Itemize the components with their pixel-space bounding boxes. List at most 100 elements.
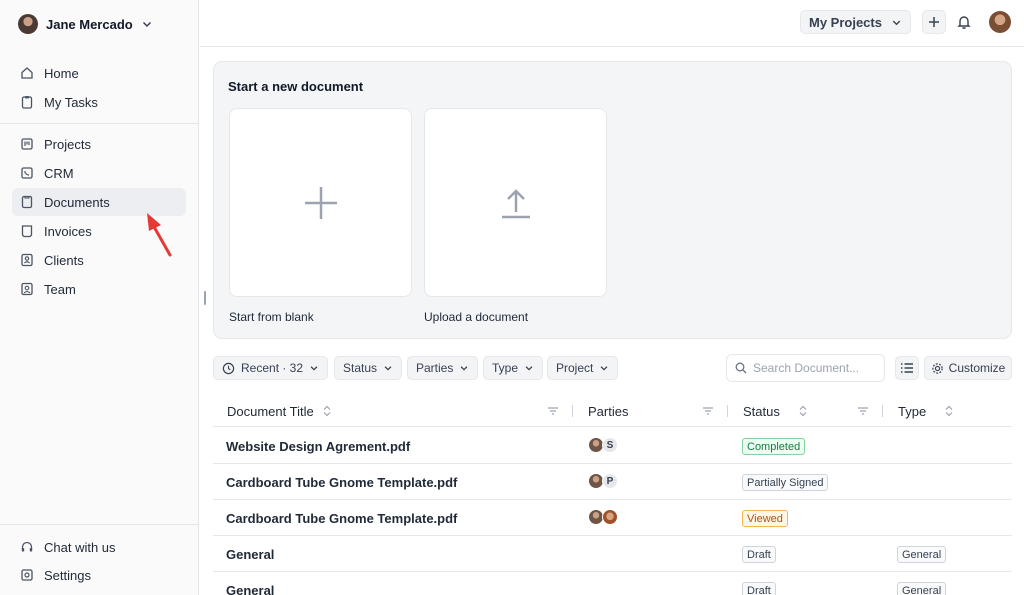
table-row[interactable]: General Draft General [213, 536, 1012, 572]
sidebar-item-label: Clients [44, 252, 84, 268]
start-panel-title: Start a new document [228, 79, 364, 94]
sidebar-item-label: Home [44, 65, 79, 81]
start-from-blank-card[interactable] [229, 108, 412, 297]
upload-document-card[interactable] [424, 108, 607, 297]
filter-icon[interactable] [547, 405, 559, 417]
bell-icon[interactable] [956, 14, 972, 30]
sidebar-item-team[interactable]: Team [12, 275, 186, 303]
document-title[interactable]: General [226, 536, 274, 572]
card-label: Upload a document [424, 310, 529, 324]
column-header-title[interactable]: Document Title [227, 395, 332, 427]
list-icon [901, 363, 913, 373]
parties-filter-label: Parties [416, 361, 454, 375]
type-badge: General [897, 546, 947, 563]
user-menu[interactable]: Jane Mercado [18, 13, 153, 35]
sidebar-item-label: CRM [44, 165, 74, 181]
column-header-label: Status [743, 403, 780, 419]
party-initial: S [602, 437, 618, 453]
type-filter[interactable]: Type [483, 356, 544, 380]
column-header-status[interactable]: Status [743, 395, 808, 427]
table-row[interactable]: Cardboard Tube Gnome Template.pdf Viewed [213, 500, 1012, 536]
chevron-down-icon [601, 366, 608, 371]
chevron-down-icon [525, 366, 533, 371]
sidebar-divider-bottom [0, 524, 199, 525]
red-arrow-annotation [147, 213, 172, 257]
project-selector[interactable]: My Projects [800, 10, 911, 34]
recent-filter-label: Recent · 32 [241, 361, 304, 375]
nav-top: Home My Tasks [12, 59, 186, 116]
sidebar-item-settings[interactable]: Settings [12, 561, 186, 589]
customize-label: Customize [948, 361, 1006, 375]
customize-button[interactable]: Customize [924, 356, 1012, 380]
column-header-label: Parties [588, 403, 629, 419]
sidebar-divider [0, 123, 199, 124]
sidebar-item-label: My Tasks [44, 94, 98, 110]
table-row[interactable]: Website Design Agrement.pdf S Completed [213, 428, 1012, 464]
sidebar-item-label: Settings [44, 567, 91, 583]
parties-cell: P [588, 473, 618, 489]
list-view-button[interactable] [895, 356, 919, 380]
add-button[interactable] [922, 10, 946, 34]
user-avatar [18, 14, 38, 34]
sidebar-item-chat[interactable]: Chat with us [12, 533, 186, 561]
column-header-label: Type [898, 403, 927, 419]
invoice-icon [21, 225, 33, 238]
party-initial: P [602, 473, 618, 489]
parties-filter[interactable]: Parties [407, 356, 479, 380]
filter-icon[interactable] [702, 405, 714, 417]
status-filter[interactable]: Status [334, 356, 403, 380]
column-separator [727, 405, 728, 417]
project-filter[interactable]: Project [547, 356, 619, 380]
status-filter-label: Status [343, 361, 378, 375]
column-separator [572, 405, 573, 417]
column-header-type[interactable]: Type [898, 395, 954, 427]
document-title[interactable]: Cardboard Tube Gnome Template.pdf [226, 500, 457, 536]
column-header-parties[interactable]: Parties [588, 395, 628, 427]
status-badge: Completed [742, 438, 806, 455]
account-avatar[interactable] [989, 11, 1011, 33]
sidebar-resize-handle[interactable] [204, 291, 206, 305]
parties-cell: S [588, 437, 618, 453]
nav-bottom: Chat with us Settings [12, 533, 186, 589]
status-badge: Partially Signed [742, 474, 829, 491]
document-title[interactable]: Cardboard Tube Gnome Template.pdf [226, 464, 457, 500]
document-icon [21, 195, 33, 209]
gear-icon [931, 362, 943, 374]
sidebar-item-home[interactable]: Home [12, 59, 186, 87]
table-row[interactable]: General Draft General [213, 572, 1012, 595]
party-avatar [602, 509, 618, 525]
table-row[interactable]: Cardboard Tube Gnome Template.pdf P Part… [213, 464, 1012, 500]
sidebar-item-label: Invoices [44, 223, 92, 239]
status-badge: Viewed [742, 510, 788, 527]
filter-icon[interactable] [857, 405, 869, 417]
recent-filter[interactable]: Recent · 32 [213, 356, 329, 380]
headset-icon [21, 541, 33, 552]
type-badge: General [897, 582, 947, 595]
type-filter-label: Type [492, 361, 519, 375]
sidebar-item-my-tasks[interactable]: My Tasks [12, 88, 186, 116]
chevron-down-icon [892, 20, 901, 25]
parties-cell [588, 509, 618, 525]
search-box [726, 354, 885, 382]
document-title[interactable]: General [226, 572, 274, 595]
sidebar-item-projects[interactable]: Projects [12, 130, 186, 158]
document-title[interactable]: Website Design Agrement.pdf [226, 428, 410, 464]
search-icon [735, 362, 747, 374]
sidebar-item-label: Chat with us [44, 539, 116, 555]
phone-book-icon [21, 167, 33, 179]
start-new-document-panel: Start a new document Start from blank Up… [213, 61, 1012, 339]
search-input[interactable] [753, 361, 873, 375]
status-badge: Draft [742, 582, 776, 595]
chevron-down-icon [310, 366, 318, 371]
settings-icon [21, 569, 33, 581]
clock-icon [222, 362, 235, 374]
clipboard-icon [21, 96, 33, 109]
sidebar-item-label: Team [44, 281, 76, 297]
project-selector-label: My Projects [809, 14, 882, 30]
user-name: Jane Mercado [46, 16, 133, 32]
top-bar: My Projects [200, 0, 1024, 47]
sidebar-item-crm[interactable]: CRM [12, 159, 186, 187]
team-icon [21, 282, 33, 296]
sort-icon [799, 405, 807, 417]
sidebar: Jane Mercado Home My Tasks Projects CRM … [0, 0, 199, 595]
